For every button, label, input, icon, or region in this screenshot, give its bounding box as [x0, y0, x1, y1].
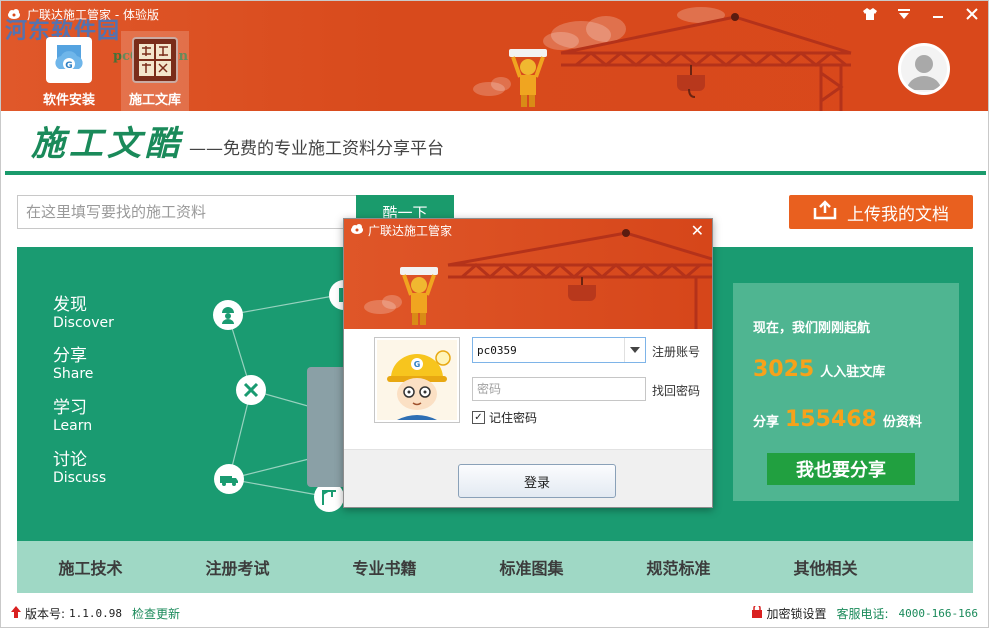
- stats-intro: 现在，我们刚刚起航: [753, 321, 871, 336]
- hero-item-zh: 讨论: [53, 450, 87, 470]
- checkbox-checked-icon: ✓: [472, 411, 485, 424]
- app-logo-icon: [350, 223, 364, 238]
- users-suffix: 人入驻文库: [820, 365, 886, 380]
- login-dialog-title-text: 广联达施工管家: [368, 224, 453, 238]
- mascot-worker-icon: G: [377, 340, 457, 420]
- login-dialog: 广联达施工管家 ✕ G pc0359 注册账号 找回密码 ✓ 记住密码 登录: [343, 218, 713, 508]
- stats-docs: 分享 155468 份资料: [753, 407, 922, 432]
- library-icon: [132, 37, 178, 83]
- brand-bar: 施工文酷 ——免费的专业施工资料分享平台: [31, 121, 444, 165]
- register-account-link[interactable]: 注册账号: [652, 343, 700, 360]
- hero-item-discuss: 讨论 Discuss: [53, 450, 106, 486]
- chevron-down-icon[interactable]: [624, 338, 645, 362]
- tools-icon: [236, 375, 266, 405]
- hero-item-discover: 发现 Discover: [53, 295, 114, 331]
- tab-construction-library[interactable]: 施工文库: [121, 31, 189, 111]
- category-professional-books[interactable]: 专业书籍: [311, 541, 458, 593]
- version-number: 1.1.0.98: [69, 606, 123, 620]
- brand-divider: [5, 171, 986, 175]
- right-status: 加密锁设置 客服电话: 4000-166-166: [751, 603, 978, 622]
- login-dialog-title: 广联达施工管家: [350, 222, 452, 239]
- upload-icon: [813, 199, 837, 225]
- brand-logo: 施工文酷: [31, 124, 183, 164]
- recover-password-link[interactable]: 找回密码: [652, 382, 700, 399]
- hero-item-share: 分享 Share: [53, 346, 93, 382]
- avatar-placeholder-icon: [907, 55, 941, 90]
- category-registration-exam[interactable]: 注册考试: [164, 541, 311, 593]
- header: 广联达施工管家 - 体验版 河东软件园 pc0359.cn: [1, 1, 988, 111]
- search-input[interactable]: [17, 195, 357, 229]
- stats-users: 3025 人入驻文库: [753, 357, 885, 382]
- svg-text:G: G: [65, 61, 72, 71]
- remember-password-label: 记住密码: [489, 411, 538, 425]
- category-specifications[interactable]: 规范标准: [605, 541, 752, 593]
- shirt-icon[interactable]: [860, 5, 880, 23]
- username-combobox[interactable]: [472, 337, 646, 363]
- worker-icon: [213, 300, 243, 330]
- hero-item-en: Discover: [53, 315, 114, 331]
- login-close-icon[interactable]: ✕: [691, 221, 704, 240]
- docs-count: 155468: [785, 407, 877, 432]
- category-bar: 施工技术 注册考试 专业书籍 标准图集 规范标准 其他相关: [17, 541, 973, 593]
- stats-panel: 现在，我们刚刚起航 3025 人入驻文库 分享 155468 份资料 我也要分享: [733, 283, 959, 501]
- dropdown-icon[interactable]: [894, 5, 914, 23]
- hero-item-zh: 发现: [53, 295, 87, 315]
- svg-text:G: G: [414, 360, 421, 369]
- docs-suffix: 份资料: [882, 415, 922, 430]
- brand-slogan: ——免费的专业施工资料分享平台: [189, 139, 444, 159]
- login-form: G 注册账号 找回密码: [344, 329, 712, 449]
- truck-icon: [214, 464, 244, 494]
- minimize-icon[interactable]: [928, 5, 948, 23]
- version-label: 版本号:: [25, 606, 66, 621]
- login-avatar: G: [374, 337, 460, 423]
- hero-item-en: Learn: [53, 418, 93, 434]
- lock-setting-link[interactable]: 加密锁设置: [751, 603, 827, 622]
- service-label: 客服电话:: [836, 606, 889, 621]
- window-controls: [860, 5, 982, 23]
- category-other[interactable]: 其他相关: [752, 541, 899, 593]
- login-button[interactable]: 登录: [458, 464, 616, 498]
- password-field[interactable]: [472, 377, 646, 401]
- lock-icon: [751, 603, 763, 621]
- login-dialog-footer: 登录: [344, 449, 712, 507]
- category-standard-atlas[interactable]: 标准图集: [458, 541, 605, 593]
- tab-software-install-label: 软件安装: [42, 93, 95, 108]
- cloud-install-icon: G: [46, 37, 92, 83]
- hero-item-learn: 学习 Learn: [53, 398, 92, 434]
- tab-software-install[interactable]: G 软件安装: [35, 31, 103, 111]
- user-avatar[interactable]: [898, 43, 950, 95]
- close-icon[interactable]: [962, 5, 982, 23]
- hero-item-zh: 分享: [53, 346, 87, 366]
- hero-item-en: Discuss: [53, 470, 107, 486]
- app-window: 广联达施工管家 - 体验版 河东软件园 pc0359.cn: [0, 0, 989, 628]
- users-count: 3025: [753, 357, 815, 382]
- hero-item-zh: 学习: [53, 398, 87, 418]
- login-dialog-header: 广联达施工管家 ✕: [344, 219, 712, 329]
- upload-label: 上传我的文档: [847, 204, 949, 224]
- hero-item-en: Share: [53, 366, 94, 382]
- remember-password-checkbox[interactable]: ✓ 记住密码: [472, 409, 537, 426]
- upgrade-arrow-icon: [11, 605, 21, 621]
- docs-prefix: 分享: [753, 415, 780, 430]
- upload-document-button[interactable]: 上传我的文档: [789, 195, 973, 229]
- tab-construction-library-label: 施工文库: [128, 93, 181, 108]
- share-button[interactable]: 我也要分享: [767, 453, 915, 485]
- service-phone: 4000-166-166: [898, 606, 978, 620]
- category-construction-tech[interactable]: 施工技术: [17, 541, 164, 593]
- lock-setting-label: 加密锁设置: [766, 606, 827, 621]
- status-bar: 版本号: 1.1.0.98 检查更新 加密锁设置 客服电话: 4000-166-…: [1, 599, 988, 627]
- version-info: 版本号: 1.1.0.98 检查更新: [11, 605, 180, 622]
- username-input[interactable]: [473, 343, 624, 357]
- check-update-link[interactable]: 检查更新: [132, 605, 180, 622]
